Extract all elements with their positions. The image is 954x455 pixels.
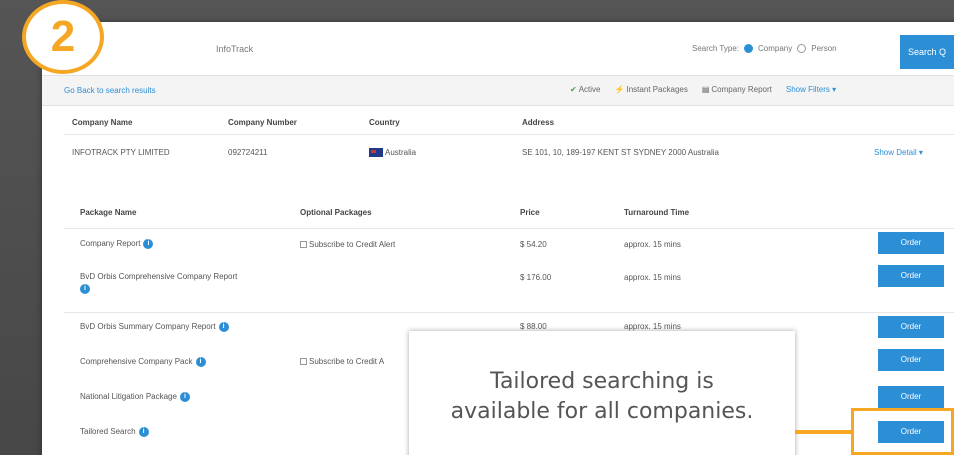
company-row: INFOTRACK PTY LIMITED 092724211 Australi… <box>42 148 954 162</box>
callout-text: Tailored searching is available for all … <box>409 367 795 427</box>
screenshot-background: InfoTrack Search Type: Company Person Se… <box>0 0 954 455</box>
callout-connector-line <box>795 430 851 434</box>
header-turnaround: Turnaround Time <box>624 208 690 217</box>
legend-company-report: ▤ Company Report <box>702 85 772 94</box>
order-button[interactable]: Order <box>878 386 944 408</box>
show-detail-label: Show Detail <box>874 148 917 157</box>
optional-package[interactable]: Subscribe to Credit A <box>300 357 384 366</box>
legend-active-label: Active <box>578 85 601 94</box>
header-address: Address <box>522 118 555 127</box>
package-row: BvD Orbis Comprehensive Company Report i … <box>42 265 954 299</box>
company-option-label[interactable]: Company <box>758 44 792 53</box>
info-icon[interactable]: i <box>138 427 149 437</box>
legend-report-label: Company Report <box>711 85 772 94</box>
header-optional-packages: Optional Packages <box>300 208 372 217</box>
package-name-label: Comprehensive Company Pack <box>80 357 193 367</box>
checkbox-icon[interactable] <box>300 358 307 366</box>
divider <box>64 312 954 313</box>
person-option-label[interactable]: Person <box>811 44 836 53</box>
callout-box: Tailored searching is available for all … <box>409 331 795 455</box>
info-icon[interactable]: i <box>195 357 206 367</box>
company-country: Australia <box>369 148 417 158</box>
package-name-label: BvD Orbis Summary Company Report <box>80 322 216 332</box>
package-row: Company Report i Subscribe to Credit Aler… <box>42 232 954 266</box>
package-turnaround: approx. 15 mins <box>624 273 681 282</box>
search-bar: InfoTrack Search Type: Company Person Se… <box>42 22 954 76</box>
optional-package[interactable]: Subscribe to Credit Alert <box>300 240 395 249</box>
package-name: National Litigation Package i <box>80 392 190 402</box>
info-icon[interactable]: i <box>218 322 229 332</box>
legend-active: ✔ Active <box>570 85 601 94</box>
package-name-label: National Litigation Package <box>80 392 177 402</box>
package-price: $ 176.00 <box>520 273 552 282</box>
lightning-icon: ⚡ <box>614 85 625 94</box>
checkbox-icon[interactable] <box>300 241 307 249</box>
package-name-label: Tailored Search <box>80 427 136 437</box>
header-price: Price <box>520 208 540 217</box>
divider <box>64 228 954 229</box>
order-button[interactable]: Order <box>878 316 944 338</box>
callout-line-1: Tailored searching is <box>490 369 714 394</box>
header-company-name: Company Name <box>72 118 133 127</box>
search-button[interactable]: Search Q <box>900 35 954 69</box>
package-turnaround: approx. 15 mins <box>624 322 681 331</box>
show-filters-label: Show Filters <box>785 85 830 94</box>
package-name-label: BvD Orbis Comprehensive Company Report <box>80 272 238 281</box>
header-country: Country <box>369 118 400 127</box>
legend-instant: ⚡ Instant Packages <box>615 85 688 94</box>
australia-flag-icon <box>369 148 383 158</box>
info-icon[interactable]: i <box>179 392 190 402</box>
divider <box>64 134 954 135</box>
header-package-name: Package Name <box>80 208 137 217</box>
document-icon: ▤ <box>701 85 710 94</box>
order-highlight-frame <box>851 408 954 455</box>
person-radio-icon[interactable] <box>797 44 807 53</box>
search-type-selector: Search Type: Company Person <box>692 44 837 53</box>
step-number-badge: 2 <box>22 0 104 74</box>
info-icon[interactable]: i <box>80 283 90 294</box>
order-button[interactable]: Order <box>878 265 944 287</box>
legend-instant-label: Instant Packages <box>626 85 688 94</box>
company-address: SE 101, 10, 189-197 KENT ST SYDNEY 2000 … <box>522 148 720 157</box>
country-label: Australia <box>385 148 417 157</box>
package-name: Tailored Search i <box>80 427 149 437</box>
legend: ✔ Active ⚡ Instant Packages ▤ Company Repor… <box>570 85 836 94</box>
check-icon: ✔ <box>570 85 577 94</box>
chevron-down-icon: ▾ <box>918 148 923 157</box>
package-name: BvD Orbis Comprehensive Company Report i <box>80 271 300 295</box>
package-name-label: Company Report <box>80 239 141 249</box>
search-input[interactable]: InfoTrack <box>216 44 253 54</box>
callout-line-2: available for all companies. <box>450 399 754 424</box>
search-type-label: Search Type: <box>692 44 739 53</box>
package-name: BvD Orbis Summary Company Report i <box>80 322 229 332</box>
package-table-header: Package Name Optional Packages Price Tur… <box>42 208 954 222</box>
optional-package-label: Subscribe to Credit Alert <box>309 240 396 249</box>
package-name: Company Report i <box>80 239 154 249</box>
order-button[interactable]: Order <box>878 232 944 254</box>
package-price: $ 54.20 <box>520 240 547 249</box>
show-filters-link[interactable]: Show Filters ▾ <box>786 85 836 94</box>
optional-package-label: Subscribe to Credit A <box>309 357 385 366</box>
company-number: 092724211 <box>228 148 268 157</box>
company-name: INFOTRACK PTY LIMITED <box>72 148 170 157</box>
company-table-header: Company Name Company Number Country Addr… <box>42 118 954 132</box>
header-company-number: Company Number <box>228 118 297 127</box>
package-price: $ 88.00 <box>520 322 547 331</box>
results-toolbar: Go Back to search results ✔ Active ⚡ Insta… <box>42 76 954 106</box>
show-detail-link[interactable]: Show Detail ▾ <box>874 148 923 157</box>
go-back-link[interactable]: Go Back to search results <box>64 86 156 95</box>
package-name: Comprehensive Company Pack i <box>80 357 206 367</box>
package-turnaround: approx. 15 mins <box>624 240 681 249</box>
company-radio-icon[interactable] <box>744 44 753 53</box>
order-button[interactable]: Order <box>878 349 944 371</box>
chevron-down-icon: ▾ <box>832 85 837 94</box>
info-icon[interactable]: i <box>143 239 154 249</box>
